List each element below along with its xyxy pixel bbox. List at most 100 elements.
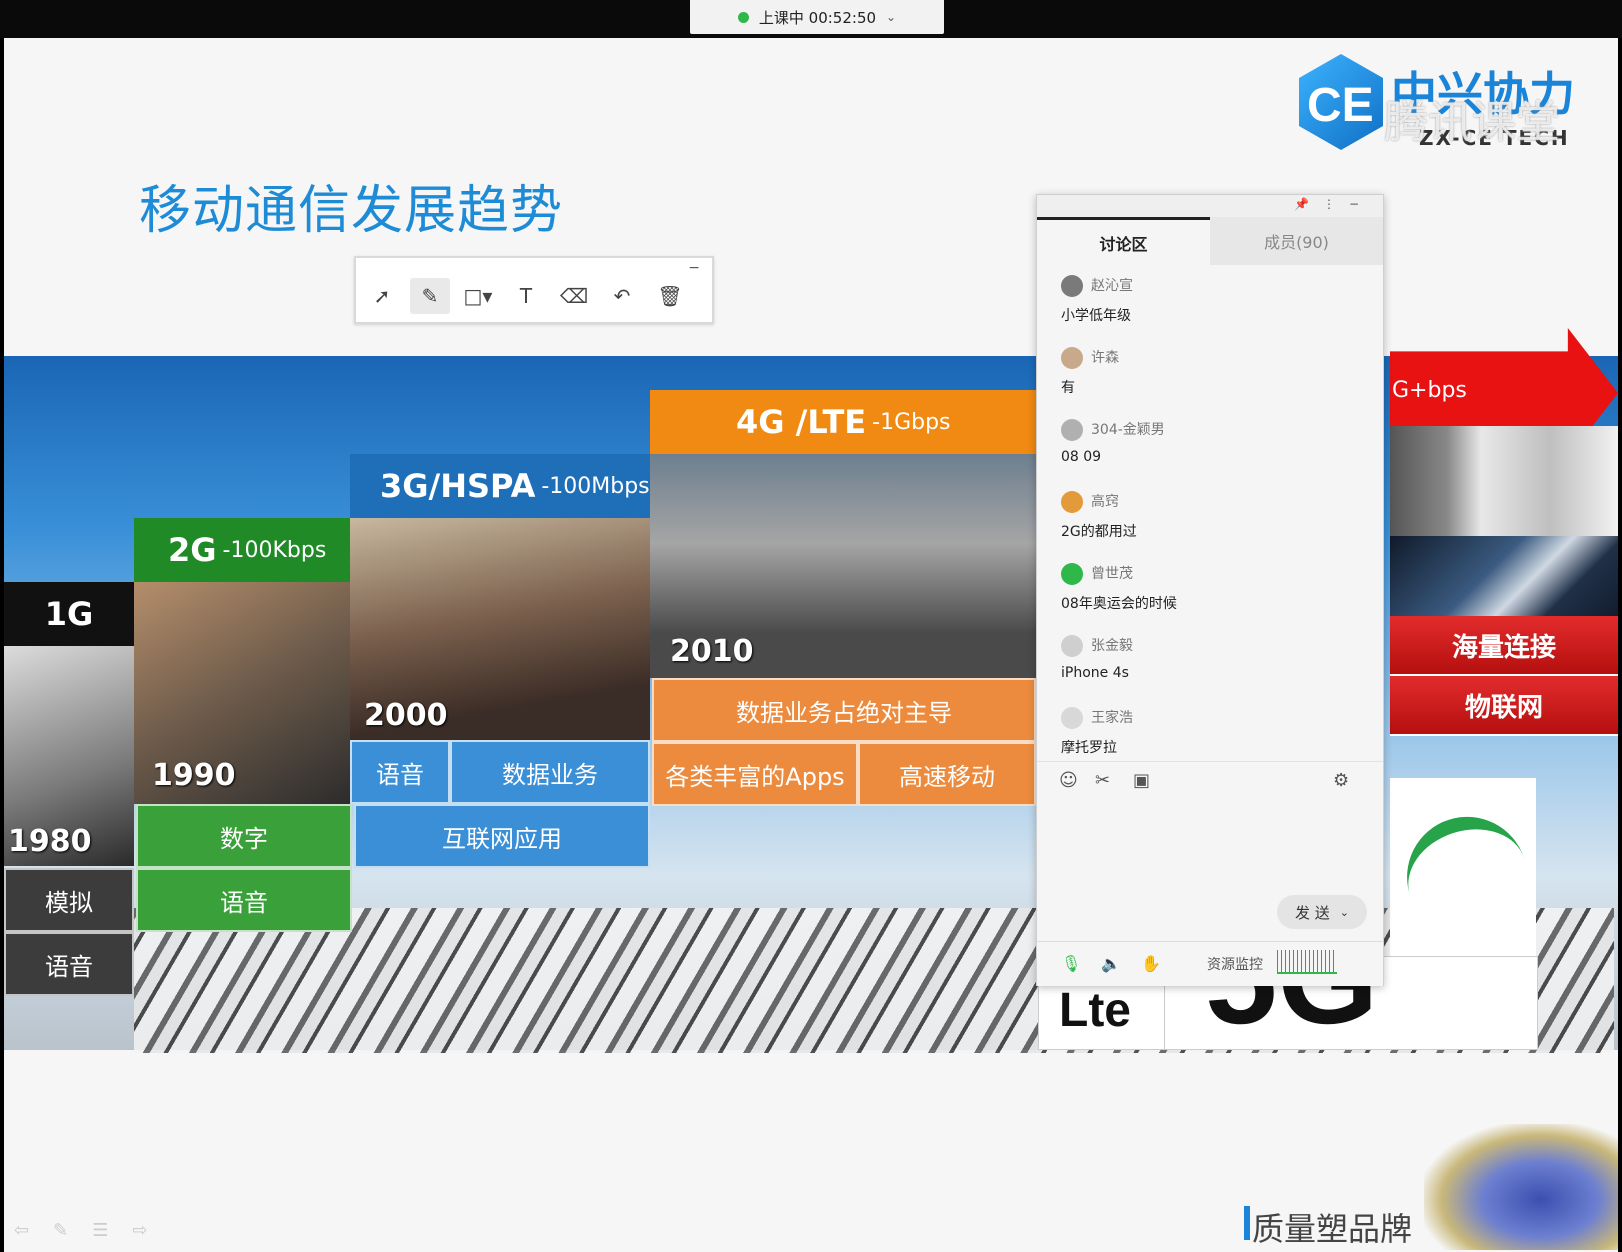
g5-cell-massive-connection: 海量连接	[1390, 616, 1618, 676]
g1-year: 1980	[8, 824, 92, 859]
message-username[interactable]: 304-金颖男	[1091, 419, 1165, 439]
live-status-dot	[737, 11, 749, 23]
chat-bottom-bar: 🎙 🔈 ✋ 资源监控	[1037, 941, 1383, 986]
resource-monitor-graph	[1277, 950, 1337, 974]
avatar[interactable]	[1061, 491, 1083, 513]
annotation-toolbar: − ➚ ✎ □▾ T ⌫ ↶ 🗑	[354, 256, 714, 324]
slide-title: 移动通信发展趋势	[139, 181, 564, 241]
g3-header: 3G/HSPA -100Mbps	[350, 454, 650, 518]
g3-cell-voice: 语音	[350, 740, 450, 804]
resource-monitor-label[interactable]: 资源监控	[1207, 954, 1263, 974]
signal-arc-icon	[1391, 801, 1529, 909]
g5-speed: G+bps	[1392, 378, 1467, 403]
avatar[interactable]	[1061, 707, 1083, 729]
g4-speed: -1Gbps	[872, 409, 951, 435]
chat-message: 王家浩摩托罗拉	[1037, 699, 1383, 757]
g1-header: 1G	[4, 582, 134, 646]
g3-cell-internet: 互联网应用	[354, 804, 650, 868]
avatar[interactable]	[1061, 419, 1083, 441]
avatar[interactable]	[1061, 563, 1083, 585]
g2-cell-voice: 语音	[136, 868, 352, 932]
g4-year: 2010	[670, 634, 754, 669]
game-character-image	[1424, 1124, 1618, 1250]
message-text: 2G的都用过	[1061, 524, 1137, 540]
watermark: 腾讯课堂	[1384, 97, 1560, 148]
eraser-tool[interactable]: ⌫	[554, 278, 594, 314]
g3-label: 3G/HSPA	[380, 467, 536, 505]
avatar[interactable]	[1061, 275, 1083, 297]
robot-image	[1390, 426, 1618, 536]
g3-speed: -100Mbps	[541, 473, 650, 499]
message-username[interactable]: 曾世茂	[1091, 563, 1133, 583]
chat-message: 张金毅 iPhone 4s	[1037, 627, 1383, 699]
send-button[interactable]: 发 送 ⌄	[1277, 895, 1367, 929]
message-text: 有	[1061, 380, 1075, 396]
discussion-panel: 📌⋮− 讨论区 成员(90) 赵沁宣小学低年级许森有 304-金颖男 08 09 高窍 2…	[1036, 194, 1384, 986]
class-status-pill[interactable]: 上课中 00:52:50 ⌄	[690, 0, 944, 34]
5g-green-logo	[1390, 778, 1536, 956]
image-icon[interactable]: ▣	[1133, 770, 1150, 791]
avatar[interactable]	[1061, 347, 1083, 369]
chat-input-toolbar: ☺ ✂ ▣ ⚙	[1037, 761, 1383, 802]
g2-label: 2G	[168, 531, 217, 569]
pointer-tool[interactable]: ➚	[362, 278, 402, 314]
g3-year: 2000	[364, 698, 448, 733]
g2-cell-digital: 数字	[136, 804, 352, 868]
chat-window-controls[interactable]: 📌⋮−	[1294, 197, 1373, 211]
g1-cell-analog: 模拟	[4, 868, 134, 932]
presentation-slide: 移动通信发展趋势 CE 中兴协力 ZX-CE TECH 腾讯课堂 − ➚ ✎ □▾ T…	[4, 38, 1618, 1252]
message-text: 小学低年级	[1061, 308, 1131, 324]
slide-nav: ⇦ ✎ ☰ ⇨	[14, 1220, 147, 1241]
chevron-down-icon[interactable]: ⌄	[1340, 906, 1349, 919]
g1-label: 1G	[44, 595, 94, 633]
undo-tool[interactable]: ↶	[602, 278, 642, 314]
g4-header: 4G /LTE -1Gbps	[650, 390, 1036, 454]
g5-cell-iot: 物联网	[1390, 676, 1618, 736]
footer-accent-bar	[1244, 1206, 1250, 1240]
chat-message: 许森有	[1037, 339, 1383, 411]
settings-icon[interactable]: ⚙	[1333, 770, 1349, 791]
g4-label: 4G /LTE	[736, 403, 867, 441]
message-username[interactable]: 张金毅	[1091, 635, 1133, 655]
g2-year: 1990	[152, 758, 236, 793]
message-username[interactable]: 高窍	[1091, 491, 1119, 511]
lte-logo-text: Lte	[1059, 984, 1131, 1037]
scissors-icon[interactable]: ✂	[1095, 770, 1110, 791]
message-text: iPhone 4s	[1061, 665, 1129, 681]
tab-members[interactable]: 成员(90)	[1210, 217, 1383, 265]
tab-discussion[interactable]: 讨论区	[1037, 217, 1210, 265]
text-tool[interactable]: T	[506, 278, 546, 314]
class-status-text: 上课中 00:52:50	[758, 8, 877, 27]
delete-tool[interactable]: 🗑	[650, 278, 690, 314]
chevron-down-icon[interactable]: ⌄	[886, 10, 896, 24]
pen-tool[interactable]: ✎	[410, 278, 450, 314]
chat-message: 赵沁宣小学低年级	[1037, 267, 1383, 339]
chat-message: 304-金颖男 08 09	[1037, 411, 1383, 483]
emoji-icon[interactable]: ☺	[1059, 770, 1078, 791]
g2-speed: -100Kbps	[222, 537, 327, 563]
shape-tool[interactable]: □▾	[458, 278, 498, 314]
avatar[interactable]	[1061, 635, 1083, 657]
g1-cell-voice: 语音	[4, 932, 134, 996]
message-username[interactable]: 赵沁宣	[1091, 275, 1133, 295]
chat-message: 曾世茂 08年奥运会的时候	[1037, 555, 1383, 627]
window-top-bar: 上课中 00:52:50 ⌄	[0, 0, 1622, 38]
chat-title-bar: 📌⋮−	[1037, 195, 1383, 218]
microphone-icon[interactable]: 🎙	[1061, 954, 1081, 973]
message-text: 08年奥运会的时候	[1061, 596, 1177, 612]
message-username[interactable]: 王家浩	[1091, 707, 1133, 727]
message-text: 摩托罗拉	[1061, 740, 1117, 756]
next-slide-icon[interactable]: ⇨	[132, 1220, 147, 1241]
g4-cell-high-speed: 高速移动	[858, 742, 1036, 806]
speaker-icon[interactable]: 🔈	[1101, 954, 1121, 973]
send-label: 发 送	[1295, 903, 1330, 922]
g4-cell-data-dominant: 数据业务占绝对主导	[652, 678, 1036, 742]
menu-icon[interactable]: ☰	[92, 1220, 108, 1241]
pen-icon[interactable]: ✎	[53, 1220, 68, 1241]
message-text: 08 09	[1061, 449, 1102, 465]
message-username[interactable]: 许森	[1091, 347, 1119, 367]
previous-slide-icon[interactable]: ⇦	[14, 1220, 29, 1241]
toolbar-minimize-button[interactable]: −	[688, 260, 700, 276]
logo-mark: CE	[1307, 79, 1374, 132]
hand-icon[interactable]: ✋	[1141, 954, 1161, 973]
